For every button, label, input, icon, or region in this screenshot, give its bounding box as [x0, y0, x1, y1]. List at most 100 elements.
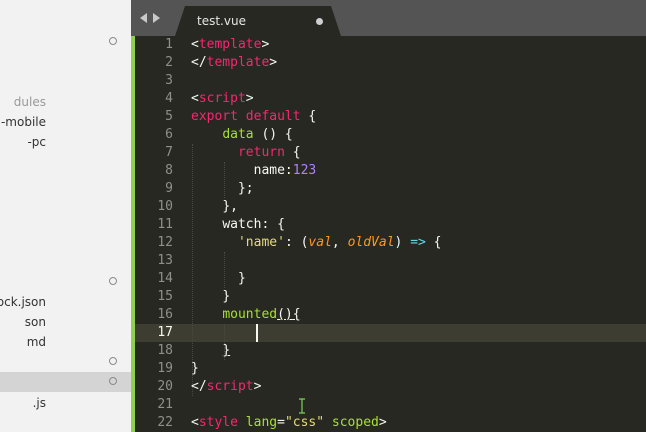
unsaved-indicator-icon: [109, 377, 117, 385]
tab-test-vue[interactable]: test.vue: [175, 6, 341, 36]
code-line: <template>: [191, 36, 269, 54]
code-token: },: [222, 199, 238, 214]
code-line: };: [191, 180, 254, 198]
code-token: >: [245, 91, 254, 106]
sidebar-item-label: md: [26, 335, 46, 349]
line-number: 9: [165, 181, 173, 196]
code-line: <style lang="css" scoped>: [191, 414, 387, 432]
code-token: }: [222, 343, 231, 358]
sidebar-item-lock-json[interactable]: ock.json: [0, 292, 131, 312]
sidebar-item-label: .js: [32, 396, 46, 410]
sidebar-item-json[interactable]: son: [0, 312, 131, 332]
code-token: "css": [284, 415, 325, 430]
code-line: }: [191, 360, 199, 378]
sidebar-item[interactable]: [0, 352, 131, 372]
code-token: <: [191, 91, 199, 106]
code-line: name:123: [191, 162, 317, 180]
line-number: 15: [157, 289, 173, 304]
code-token: template: [206, 55, 270, 70]
sidebar-item[interactable]: [0, 32, 131, 52]
code-token: 'name': [237, 235, 285, 250]
line-number: 19: [157, 361, 173, 376]
code-token: script: [206, 379, 254, 394]
code-token: <: [191, 415, 199, 430]
line-number: 5: [165, 109, 173, 124]
line-number: 22: [157, 415, 173, 430]
line-number: 1: [165, 37, 173, 52]
sidebar-item-label: son: [24, 315, 46, 329]
code-token: export: [191, 109, 238, 124]
sidebar-item-label: -pc: [27, 135, 46, 149]
line-number: 18: [157, 343, 173, 358]
arrow-right-icon[interactable]: [153, 13, 160, 23]
code-token: template: [198, 37, 262, 52]
code-token: style: [198, 415, 238, 430]
sidebar-item-mobile[interactable]: -mobile: [0, 112, 131, 132]
code-line: export default {: [191, 108, 316, 126]
code-line: data () {: [191, 126, 293, 144]
code-token: >: [378, 415, 387, 430]
active-line-highlight: [135, 324, 646, 342]
code-token: {: [425, 235, 442, 250]
code-line: </script>: [191, 378, 261, 396]
code-token: lang: [245, 415, 278, 430]
text-cursor: [256, 324, 258, 342]
tab-title: test.vue: [197, 14, 246, 28]
code-token: watch: {: [222, 217, 285, 232]
code-token: default: [245, 109, 301, 124]
ibeam-cursor-icon: [299, 398, 305, 414]
sidebar-item[interactable]: [0, 272, 131, 292]
code-line: </template>: [191, 54, 277, 72]
sidebar-item-js[interactable]: .js: [0, 393, 131, 413]
code-token: <: [191, 37, 199, 52]
code-token: </: [191, 379, 207, 394]
code-token: ,: [331, 235, 348, 250]
line-number-gutter: 1 2 3 4 5 6 7 8 9 10 11 12 13 14 15 16 1…: [135, 36, 189, 432]
code-line: watch: {: [191, 216, 285, 234]
tab-navigation: [140, 8, 160, 28]
line-number: 7: [165, 145, 173, 160]
unsaved-indicator-icon: [109, 277, 117, 285]
code-token: {: [300, 109, 317, 124]
code-token: val: [308, 235, 332, 250]
line-number: 10: [157, 199, 173, 214]
code-line: mounted(){: [191, 306, 301, 324]
code-token: oldVal: [347, 235, 395, 250]
code-token: return: [237, 145, 285, 160]
code-line: return {: [191, 144, 301, 162]
line-number-active: 17: [157, 325, 173, 340]
code-token: (): [277, 307, 293, 322]
code-line: 'name': (val, oldVal) => {: [191, 234, 442, 252]
sidebar-item-label: -mobile: [0, 115, 46, 129]
code-token: () {: [253, 127, 293, 142]
sidebar-item-node-modules[interactable]: dules: [0, 92, 131, 112]
sidebar-item-label: dules: [13, 95, 46, 109]
code-token: }: [191, 361, 199, 376]
code-token: }: [222, 289, 231, 304]
file-sidebar: dules -mobile -pc ock.json son md .js: [0, 0, 131, 432]
sidebar-item-md[interactable]: md: [0, 332, 131, 352]
sidebar-item-selected[interactable]: [0, 372, 131, 392]
unsaved-indicator-icon: [109, 357, 117, 365]
code-editor[interactable]: 1 2 3 4 5 6 7 8 9 10 11 12 13 14 15 16 1…: [131, 36, 646, 432]
line-number: 3: [165, 73, 173, 88]
unsaved-indicator-icon: [109, 37, 117, 45]
code-token: scoped: [331, 415, 379, 430]
code-token: </: [191, 55, 207, 70]
code-token: }: [237, 271, 246, 286]
code-token: >: [269, 55, 278, 70]
line-number: 11: [157, 217, 173, 232]
code-token: {: [284, 145, 301, 160]
code-line: }: [191, 288, 230, 306]
code-token: {: [292, 307, 301, 322]
code-line: }: [191, 342, 230, 360]
modified-dot-icon[interactable]: [316, 18, 323, 25]
line-number: 8: [165, 163, 173, 178]
sidebar-item-pc[interactable]: -pc: [0, 132, 131, 152]
arrow-left-icon[interactable]: [140, 13, 147, 23]
line-number: 21: [157, 397, 173, 412]
code-token: >: [253, 379, 262, 394]
line-number: 6: [165, 127, 173, 142]
line-number: 20: [157, 379, 173, 394]
code-token: ): [394, 235, 411, 250]
